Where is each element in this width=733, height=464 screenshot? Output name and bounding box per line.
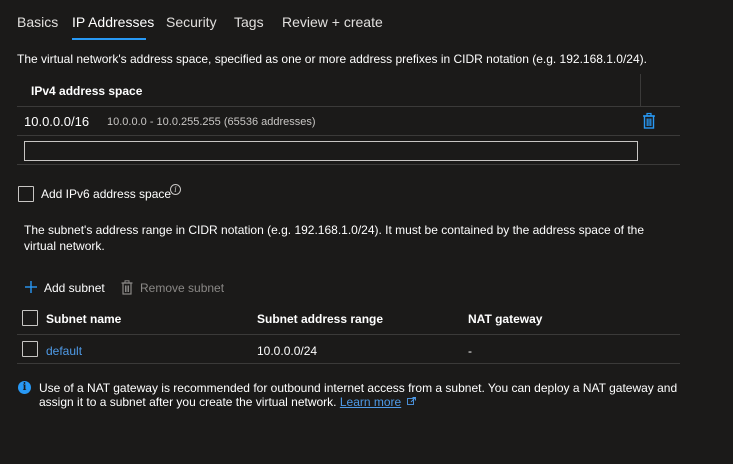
new-address-input[interactable] — [24, 141, 638, 161]
address-range: 10.0.0.0 - 10.0.255.255 (65536 addresses… — [107, 116, 316, 128]
ipv6-label: Add IPv6 address space — [41, 187, 172, 201]
info-icon[interactable]: i — [170, 184, 181, 195]
tab-basics[interactable]: Basics — [17, 14, 58, 30]
column-header-ipv4: IPv4 address space — [31, 84, 143, 98]
column-header-subnet-name: Subnet name — [46, 312, 122, 326]
subnet-name-link[interactable]: default — [46, 344, 82, 358]
address-space-description: The virtual network's address space, spe… — [17, 52, 647, 66]
plus-icon — [25, 281, 37, 293]
add-subnet-button[interactable]: Add subnet — [24, 280, 105, 295]
trash-icon — [643, 112, 655, 129]
learn-more-link[interactable]: Learn more — [340, 395, 401, 409]
tab-review-create[interactable]: Review + create — [282, 14, 383, 30]
delete-address-button[interactable] — [641, 112, 657, 130]
address-cidr: 10.0.0.0/16 — [24, 114, 90, 129]
subnet-row-divider — [17, 363, 680, 364]
tab-security[interactable]: Security — [166, 14, 217, 30]
table-header-divider — [640, 74, 641, 106]
nat-gateway-note: Use of a NAT gateway is recommended for … — [39, 381, 679, 409]
active-tab-indicator — [72, 38, 146, 40]
tab-tags[interactable]: Tags — [234, 14, 264, 30]
select-all-subnets-checkbox[interactable] — [22, 310, 38, 326]
nat-gateway-value: - — [468, 344, 472, 358]
trash-icon — [121, 280, 133, 295]
remove-subnet-label: Remove subnet — [140, 281, 225, 295]
ipv6-checkbox[interactable] — [18, 186, 34, 202]
subnet-description: The subnet's address range in CIDR notat… — [24, 223, 645, 253]
subnet-range-value: 10.0.0.0/24 — [257, 344, 318, 358]
column-header-nat-gateway: NAT gateway — [468, 312, 543, 326]
add-subnet-label: Add subnet — [44, 281, 105, 295]
subnet-row-checkbox[interactable] — [22, 341, 38, 357]
table-row-divider — [17, 106, 680, 107]
remove-subnet-button[interactable]: Remove subnet — [121, 280, 224, 295]
subnet-header-divider — [17, 334, 680, 335]
table-bottom-divider — [17, 164, 680, 165]
table-row-divider — [17, 135, 680, 136]
column-header-subnet-range: Subnet address range — [257, 312, 384, 326]
tab-ip-addresses[interactable]: IP Addresses — [72, 14, 154, 30]
info-filled-icon: i — [18, 381, 31, 394]
external-link-icon — [406, 397, 416, 405]
